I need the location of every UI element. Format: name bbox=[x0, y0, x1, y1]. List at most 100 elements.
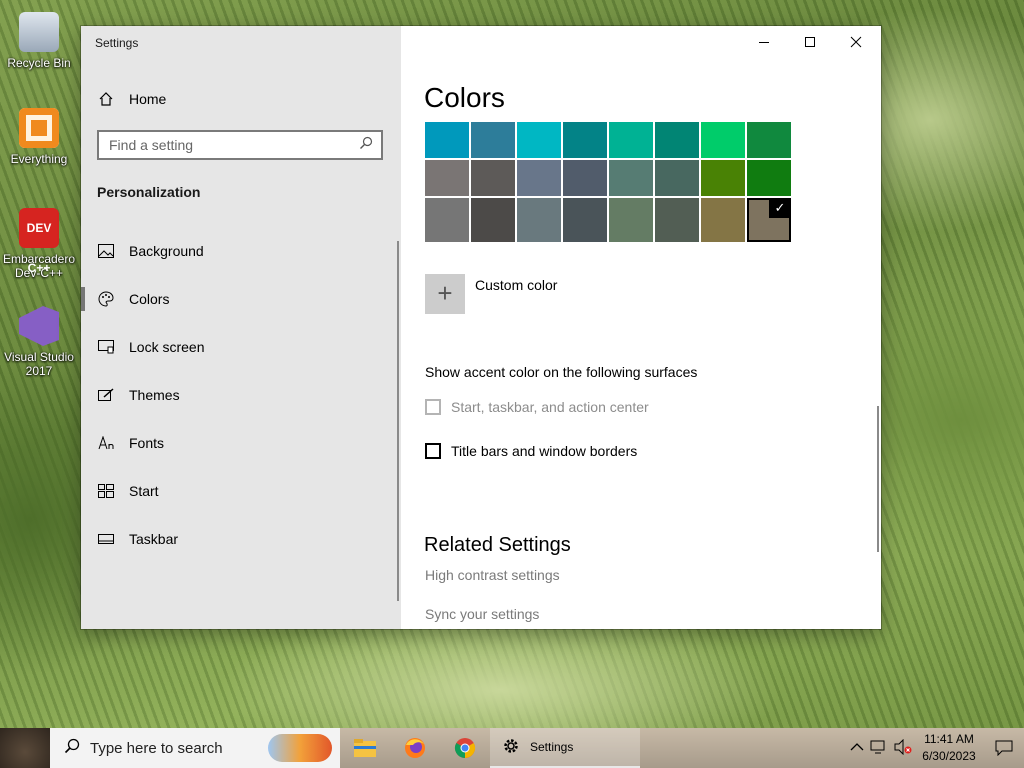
network-icon[interactable] bbox=[870, 739, 888, 758]
plus-icon: + bbox=[425, 274, 465, 314]
clock[interactable]: 11:41 AM 6/30/2023 bbox=[918, 731, 980, 765]
color-swatch[interactable] bbox=[517, 160, 561, 196]
palette-icon bbox=[97, 290, 115, 308]
sidebar-item-background[interactable]: Background bbox=[81, 227, 401, 275]
main-content: Colors ✓ + Custom color Show accent colo… bbox=[401, 26, 881, 629]
clock-date: 6/30/2023 bbox=[922, 749, 976, 763]
desktop-icon-devcpp[interactable]: DEV C++ Embarcadero Dev-C++ bbox=[2, 208, 76, 280]
maximize-icon bbox=[805, 37, 815, 47]
color-swatch[interactable] bbox=[655, 198, 699, 242]
color-swatch[interactable] bbox=[609, 160, 653, 196]
sidebar-item-themes[interactable]: Themes bbox=[81, 371, 401, 419]
sidebar-item-label: Background bbox=[129, 243, 204, 259]
surfaces-heading: Show accent color on the following surfa… bbox=[425, 364, 698, 380]
taskbar-firefox[interactable] bbox=[390, 728, 440, 768]
color-swatch[interactable] bbox=[747, 122, 791, 158]
sidebar-item-colors[interactable]: Colors bbox=[81, 275, 401, 323]
color-swatch[interactable] bbox=[701, 122, 745, 158]
taskbar-search-box[interactable]: Type here to search bbox=[50, 728, 340, 768]
taskbar-file-explorer[interactable] bbox=[340, 728, 390, 768]
window-title: Settings bbox=[95, 36, 139, 50]
sidebar-scrollbar[interactable] bbox=[397, 241, 399, 601]
image-icon bbox=[97, 242, 115, 260]
related-settings-heading: Related Settings bbox=[424, 534, 571, 556]
desktop-icon-visual-studio[interactable]: Visual Studio 2017 bbox=[2, 306, 76, 378]
home-icon bbox=[97, 90, 115, 108]
color-swatch[interactable] bbox=[425, 198, 469, 242]
minimize-button[interactable] bbox=[741, 26, 787, 58]
main-scrollbar[interactable] bbox=[877, 406, 879, 552]
recycle-bin-icon bbox=[19, 12, 59, 52]
color-swatch[interactable] bbox=[655, 122, 699, 158]
fonts-icon bbox=[97, 434, 115, 452]
search-icon bbox=[64, 738, 80, 758]
close-icon bbox=[850, 36, 862, 48]
color-swatch[interactable] bbox=[425, 160, 469, 196]
page-title: Colors bbox=[424, 82, 505, 113]
minimize-icon bbox=[759, 42, 769, 43]
desktop-icon-recycle-bin[interactable]: Recycle Bin bbox=[2, 12, 76, 70]
color-swatch[interactable] bbox=[517, 122, 561, 158]
chevron-up-icon[interactable] bbox=[850, 741, 864, 755]
taskbar: Type here to search Settings 11:41 AM 6/… bbox=[0, 728, 1024, 768]
color-swatch[interactable]: ✓ bbox=[747, 198, 791, 242]
visual-studio-icon bbox=[19, 306, 59, 346]
color-swatch[interactable] bbox=[701, 160, 745, 196]
themes-icon bbox=[97, 386, 115, 404]
settings-search-box[interactable] bbox=[97, 130, 383, 160]
maximize-button[interactable] bbox=[787, 26, 833, 58]
sidebar-item-fonts[interactable]: Fonts bbox=[81, 419, 401, 467]
devcpp-icon: DEV C++ bbox=[19, 208, 59, 275]
color-swatch[interactable] bbox=[563, 122, 607, 158]
desktop-icon-everything[interactable]: Everything bbox=[2, 108, 76, 166]
color-swatch[interactable] bbox=[471, 160, 515, 196]
title-bars-checkbox[interactable] bbox=[425, 443, 441, 459]
sidebar-item-lock-screen[interactable]: Lock screen bbox=[81, 323, 401, 371]
taskbar-search-placeholder: Type here to search bbox=[90, 739, 223, 757]
taskbar-icon bbox=[97, 530, 115, 548]
notification-icon bbox=[995, 740, 1013, 756]
section-title: Personalization bbox=[97, 184, 201, 200]
color-swatch[interactable] bbox=[425, 122, 469, 158]
color-swatch[interactable] bbox=[609, 122, 653, 158]
home-label: Home bbox=[129, 91, 167, 107]
color-swatch[interactable] bbox=[701, 198, 745, 242]
custom-color-button[interactable]: + Custom color bbox=[425, 274, 557, 314]
desktop-icon-label: Visual Studio 2017 bbox=[4, 350, 74, 378]
start-button[interactable] bbox=[0, 728, 50, 768]
system-tray: 11:41 AM 6/30/2023 bbox=[850, 731, 984, 765]
title-bars-checkbox-label: Title bars and window borders bbox=[451, 443, 638, 459]
action-center-button[interactable] bbox=[984, 728, 1024, 768]
search-icon[interactable] bbox=[359, 136, 373, 155]
color-swatch[interactable] bbox=[517, 198, 561, 242]
custom-color-label: Custom color bbox=[475, 277, 558, 293]
color-swatch[interactable] bbox=[655, 160, 699, 196]
close-button[interactable] bbox=[833, 26, 879, 58]
home-nav-item[interactable]: Home bbox=[97, 90, 166, 108]
color-swatch[interactable] bbox=[563, 198, 607, 242]
color-swatch[interactable] bbox=[563, 160, 607, 196]
firefox-icon bbox=[405, 738, 425, 758]
search-highlight-icon bbox=[268, 734, 332, 762]
search-input[interactable] bbox=[107, 136, 359, 154]
title-bars-checkbox-row[interactable]: Title bars and window borders bbox=[425, 443, 637, 459]
start-taskbar-checkbox[interactable] bbox=[425, 399, 441, 415]
clock-time: 11:41 AM bbox=[924, 732, 974, 746]
taskbar-settings-label: Settings bbox=[530, 740, 574, 754]
file-explorer-icon bbox=[354, 739, 376, 757]
chrome-icon bbox=[454, 738, 476, 759]
sync-settings-link[interactable]: Sync your settings bbox=[425, 606, 539, 622]
color-swatch[interactable] bbox=[471, 122, 515, 158]
color-swatch[interactable] bbox=[471, 198, 515, 242]
accent-color-grid: ✓ bbox=[425, 122, 791, 242]
start-taskbar-checkbox-row[interactable]: Start, taskbar, and action center bbox=[425, 399, 649, 415]
volume-muted-icon[interactable] bbox=[894, 738, 912, 758]
sidebar-item-taskbar[interactable]: Taskbar bbox=[81, 515, 401, 563]
color-swatch[interactable] bbox=[747, 160, 791, 196]
taskbar-chrome[interactable] bbox=[440, 728, 490, 768]
checkmark-icon: ✓ bbox=[769, 198, 791, 218]
color-swatch[interactable] bbox=[609, 198, 653, 242]
high-contrast-link[interactable]: High contrast settings bbox=[425, 567, 560, 583]
taskbar-settings[interactable]: Settings bbox=[490, 728, 640, 768]
sidebar-item-start[interactable]: Start bbox=[81, 467, 401, 515]
